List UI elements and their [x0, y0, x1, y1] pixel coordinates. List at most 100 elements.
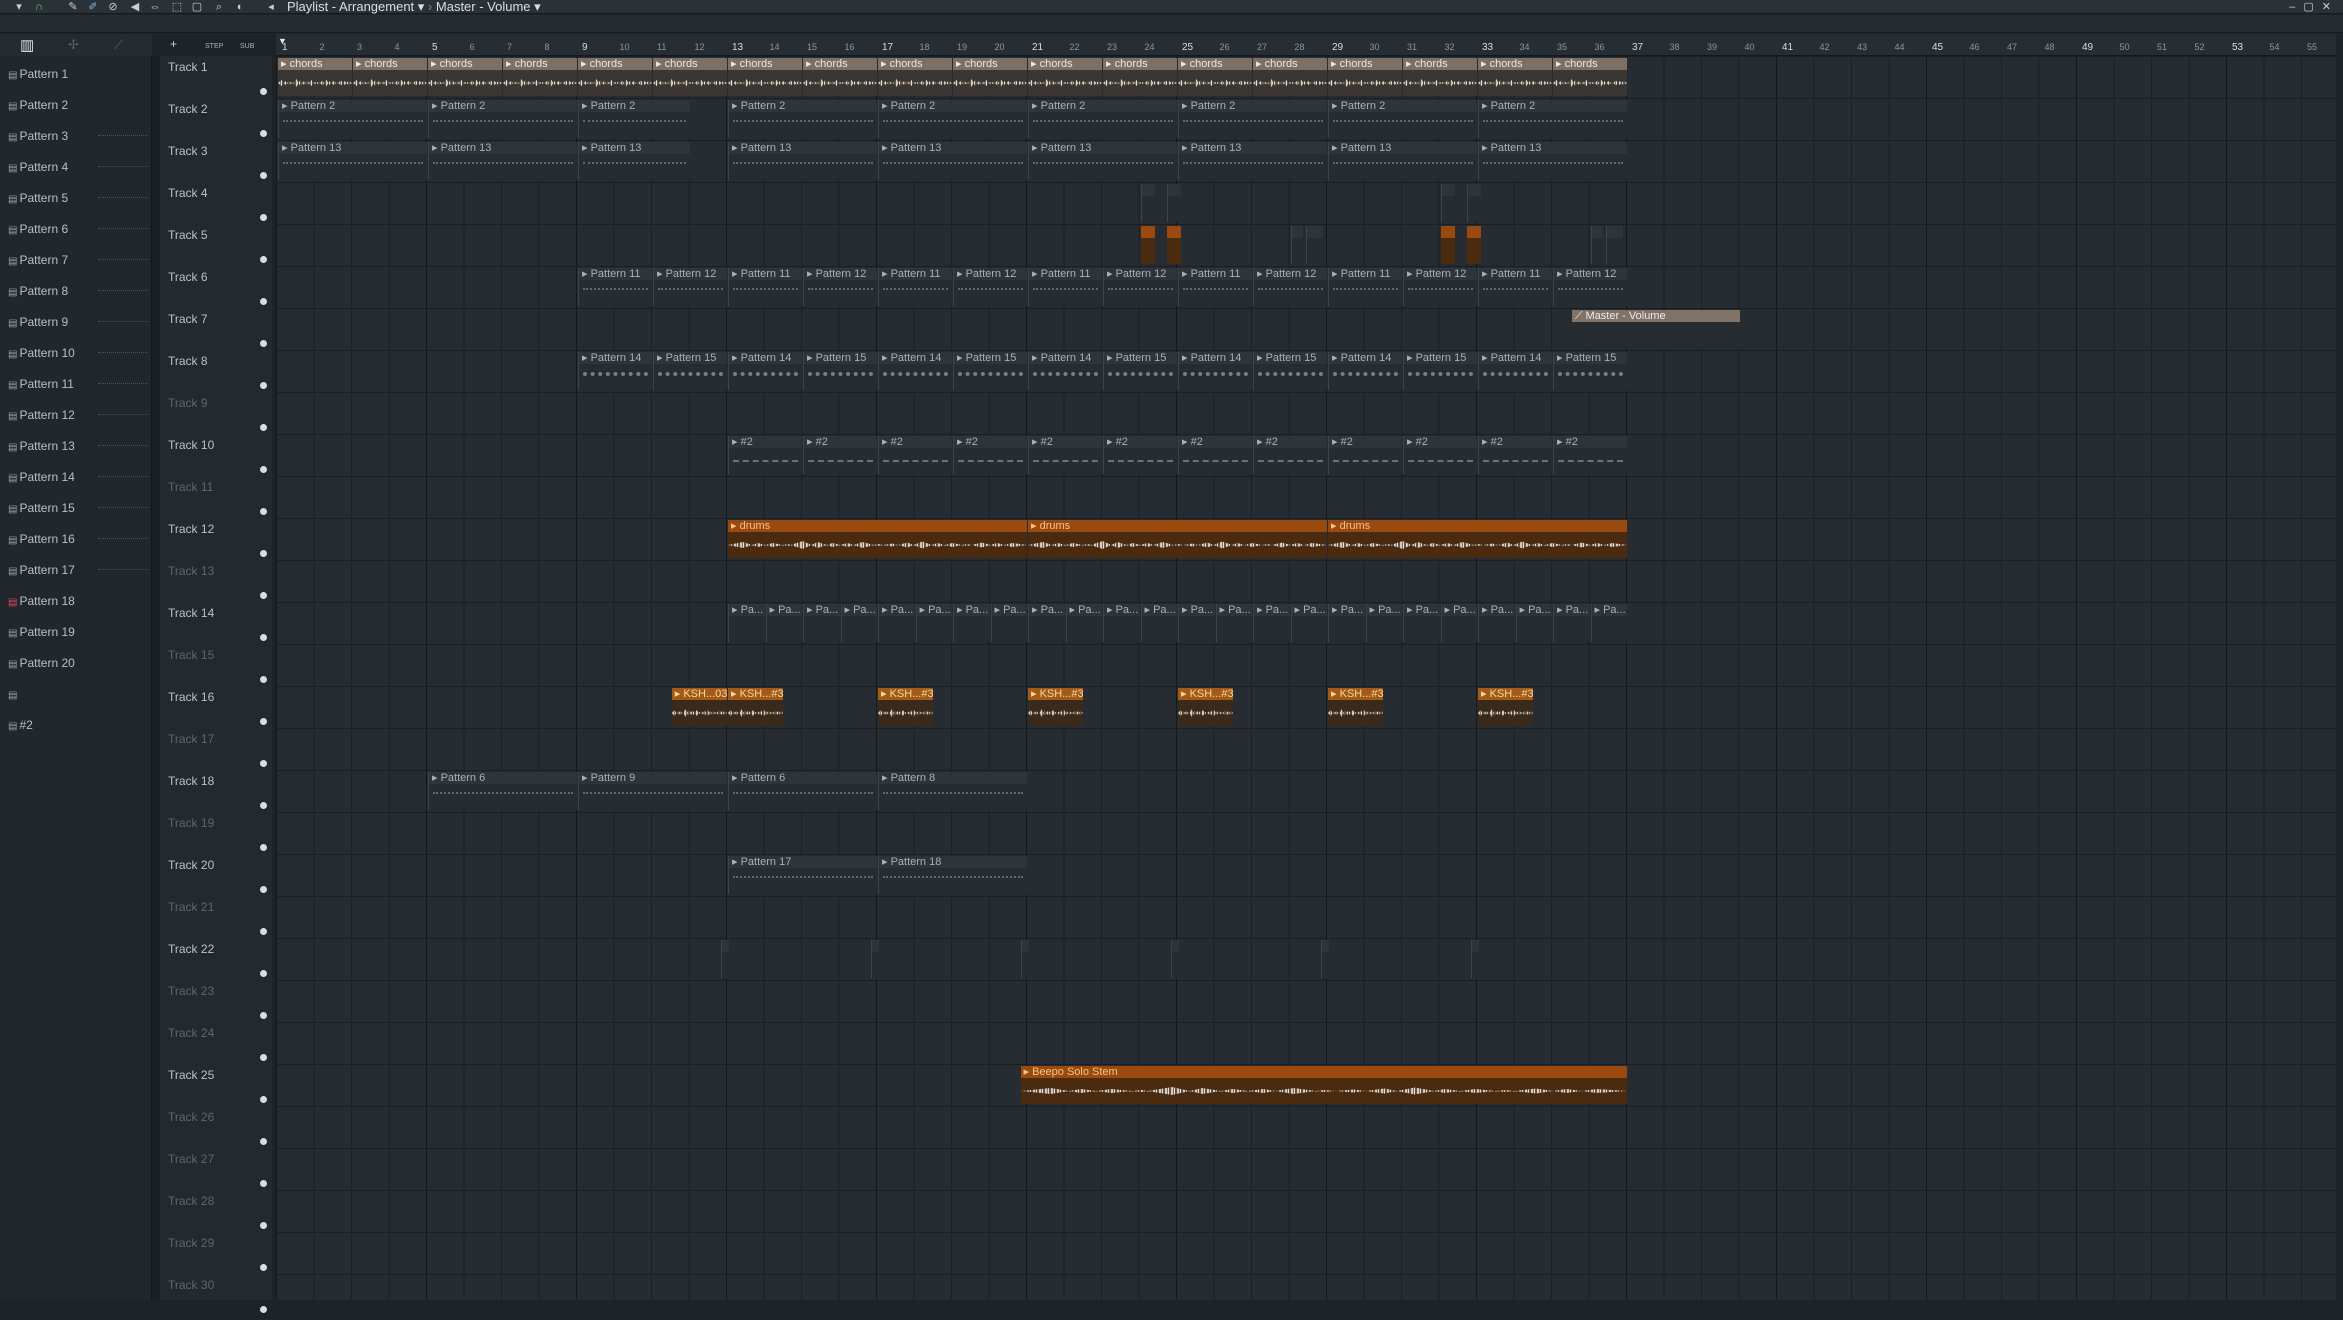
track-header[interactable]: Track 28 [168, 1194, 267, 1236]
playlist-clip[interactable]: ▸ Pattern 14 [878, 352, 952, 390]
track-header[interactable]: Track 30 [168, 1278, 267, 1320]
track-header[interactable]: Track 1 [168, 60, 267, 102]
track-header[interactable]: Track 16 [168, 690, 267, 732]
track-enable-dot[interactable] [260, 592, 267, 599]
playlist-clip[interactable]: ▸ Pattern 12 [803, 268, 877, 306]
playlist-clip[interactable]: ▸ Pattern 14 [578, 352, 652, 390]
track-header[interactable]: Track 7 [168, 312, 267, 354]
playlist-clip[interactable]: ▸ Pa... [840, 604, 877, 642]
playlist-clip[interactable]: ▸ #2 [720, 940, 729, 978]
track-enable-dot[interactable] [260, 508, 267, 515]
add-track-icon[interactable]: + [170, 37, 177, 51]
playlist-clip[interactable]: ▸ KSH...#3 [1178, 688, 1234, 726]
playlist-clip[interactable]: ▸ Pattern 14 [1028, 352, 1102, 390]
pattern-item[interactable]: ▤ Pattern 18 [8, 593, 75, 609]
playlist-clip[interactable]: ▸ Pa... [990, 604, 1027, 642]
track-enable-dot[interactable] [260, 676, 267, 683]
track-header[interactable]: Track 5 [168, 228, 267, 270]
pattern-item[interactable]: ▤ Pattern 1 [8, 66, 68, 82]
track-header[interactable]: Track 11 [168, 480, 267, 522]
picker-automation-icon[interactable]: ⟋ [114, 37, 123, 53]
picker-patterns-icon[interactable]: ✢ [68, 37, 79, 53]
speaker-icon[interactable]: ◖ [232, 0, 246, 14]
playlist-clip[interactable]: ▸ Pa... [915, 604, 952, 642]
playlist-clip[interactable]: ▸ #2 [803, 436, 877, 474]
playlist-clip[interactable]: ▸ Pattern 11 [578, 268, 652, 306]
playlist-clip[interactable]: ▸ Pa... [953, 604, 990, 642]
playback-icon[interactable]: ◂ [264, 0, 278, 14]
playlist-clip[interactable]: ▸ chords [953, 58, 1027, 96]
playlist-clip[interactable]: ▸ Pattern 2 [1028, 100, 1177, 138]
pattern-item[interactable]: ▤ Pattern 9 [8, 314, 148, 330]
playlist-clip[interactable]: ▸ Pattern 2 [278, 100, 427, 138]
track-header[interactable]: Track 25 [168, 1068, 267, 1110]
playlist-clip[interactable]: ▸ chords [803, 58, 877, 96]
playlist-clip[interactable]: ▸ KSH...#3 [1478, 688, 1534, 726]
playlist-clip[interactable]: ▸ Pa... [1290, 604, 1327, 642]
playlist-clip[interactable]: ▸ drums [1328, 520, 1627, 558]
playlist-clip[interactable]: ▸ Pa... [1365, 604, 1402, 642]
playlist-clip[interactable]: ▸ #2 [1103, 436, 1177, 474]
playlist-clip[interactable]: ▸ KSH...#3 [728, 688, 784, 726]
track-enable-dot[interactable] [260, 466, 267, 473]
playlist-clip[interactable]: ▸ #2 [1440, 184, 1455, 222]
track-header[interactable]: Track 20 [168, 858, 267, 900]
menu-arrow-icon[interactable]: ▾ [12, 0, 26, 14]
pattern-item[interactable]: ▤ #2 [8, 717, 33, 733]
playlist-clip[interactable]: ▸ chords [1553, 58, 1627, 96]
playlist-clip[interactable]: ▸ KSH...#3 [1028, 688, 1084, 726]
playlist-clip[interactable]: ▸ Pattern 18 [878, 856, 1027, 894]
zoom-icon[interactable]: ⌕ [212, 0, 226, 14]
playlist-clip[interactable]: ▸ Pattern 14 [1328, 352, 1402, 390]
playlist-clip[interactable]: ▸ Pattern 8 [878, 772, 1027, 810]
playlist-clip[interactable]: ▸ Pa... [803, 604, 840, 642]
playlist-clip[interactable]: ▸ chords [1478, 58, 1552, 96]
playlist-clip[interactable]: ▸ Pattern 13 [1478, 142, 1627, 180]
playlist-clip[interactable]: ▸ #2 [1178, 436, 1252, 474]
track-header[interactable]: Track 22 [168, 942, 267, 984]
picker-all-icon[interactable]: ▥ [20, 36, 34, 54]
playlist-clip[interactable]: ▸ Pattern 6 [428, 772, 577, 810]
pattern-item[interactable]: ▤ Pattern 2 [8, 97, 68, 113]
playlist-clip[interactable]: ▸ Pattern 14 [728, 352, 802, 390]
delete-icon[interactable]: ⊘ [106, 0, 120, 14]
playlist-clip[interactable]: ▸ chords [1103, 58, 1177, 96]
playlist-clip[interactable]: ▸ #2 [1166, 226, 1181, 264]
playlist-clip[interactable]: ▸ #2 [870, 940, 879, 978]
playlist-clip[interactable]: ▸ Pa... [1328, 604, 1365, 642]
playlist-clip[interactable]: ▸ #2 [1320, 940, 1329, 978]
track-enable-dot[interactable] [260, 634, 267, 641]
slip-icon[interactable]: ⇔ [148, 0, 162, 14]
track-enable-dot[interactable] [260, 214, 267, 221]
playlist-clip[interactable]: ▸ Pattern 12 [953, 268, 1027, 306]
track-header[interactable]: Track 9 [168, 396, 267, 438]
track-enable-dot[interactable] [260, 1180, 267, 1187]
playlist-clip[interactable]: ▸ chords [1028, 58, 1102, 96]
playlist-clip[interactable]: ▸ #2 [1166, 184, 1181, 222]
playlist-clip[interactable]: ▸ KSH...#3 [1328, 688, 1384, 726]
track-header[interactable]: Track 17 [168, 732, 267, 774]
pattern-item[interactable]: ▤ Pattern 3 [8, 128, 148, 144]
playlist-clip[interactable]: ▸ Pattern 17 [728, 856, 877, 894]
track-enable-dot[interactable] [260, 88, 267, 95]
playlist-clip[interactable]: ▸ Pattern 13 [1328, 142, 1477, 180]
playlist-clip[interactable]: ▸ Pattern 11 [1178, 268, 1252, 306]
pencil-icon[interactable]: ✎ [66, 0, 80, 14]
playlist-clip[interactable]: ▸ Pattern 13 [578, 142, 690, 180]
playlist-clip[interactable]: ▸ chords [428, 58, 502, 96]
track-enable-dot[interactable] [260, 1054, 267, 1061]
playlist-clip[interactable]: ▸ Pattern 13 [1178, 142, 1327, 180]
playlist-clip[interactable]: ▸ #2 [1328, 436, 1402, 474]
step-toggle[interactable]: STEP [205, 43, 223, 50]
playlist-clip[interactable]: ▸ Pattern 11 [728, 268, 802, 306]
playlist-clip[interactable]: ▸ KSH...03 [671, 688, 727, 726]
track-enable-dot[interactable] [260, 298, 267, 305]
playlist-clip[interactable]: ▸ #2 [1253, 436, 1327, 474]
playlist-clip[interactable]: ▸ Pa... [1553, 604, 1590, 642]
playlist-clip[interactable]: ▸ #2 [1440, 226, 1455, 264]
playlist-clip[interactable]: ▸ Pattern 13 [278, 142, 427, 180]
pattern-item[interactable]: ▤ Pattern 10 [8, 345, 148, 361]
playlist-clip[interactable]: ▸ Pattern 13 [878, 142, 1027, 180]
playlist-clip[interactable]: ▸ Pattern 15 [653, 352, 727, 390]
playlist-clip[interactable]: ▸ #2 [953, 436, 1027, 474]
